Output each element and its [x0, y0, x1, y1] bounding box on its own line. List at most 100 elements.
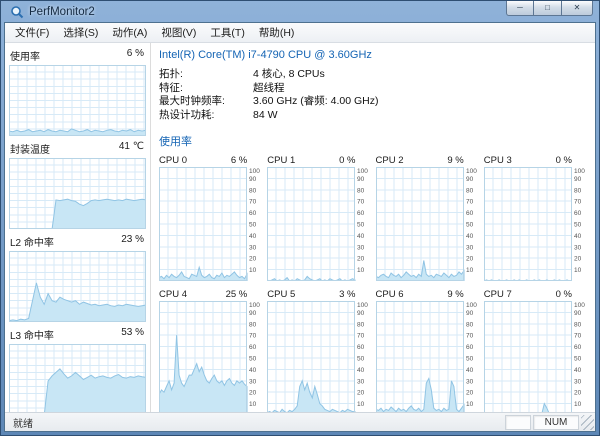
info-label: 拓扑: — [159, 68, 253, 82]
svg-text:60: 60 — [466, 344, 474, 351]
usage-history-chart — [9, 65, 146, 136]
cpu3-cell: CPU 3 0 % 100908070605040302010 — [484, 155, 587, 281]
svg-text:40: 40 — [466, 367, 474, 374]
svg-text:70: 70 — [249, 333, 257, 340]
svg-text:90: 90 — [357, 310, 365, 317]
metric-value: 23 % — [121, 234, 144, 249]
svg-text:60: 60 — [249, 344, 257, 351]
package-temp-chart — [9, 158, 146, 229]
cpu-label: CPU 0 — [159, 155, 187, 166]
cpu0-cell: CPU 0 6 % 100908070605040302010 — [159, 155, 262, 281]
menu-item-file[interactable]: 文件(F) — [8, 23, 56, 42]
cpu-usage-value: 25 % — [226, 289, 248, 300]
svg-text:30: 30 — [249, 244, 257, 251]
svg-text:20: 20 — [357, 256, 365, 263]
menu-bar: 文件(F) 选择(S) 动作(A) 视图(V) 工具(T) 帮助(H) — [5, 23, 595, 43]
svg-text:50: 50 — [466, 356, 474, 363]
svg-text:100: 100 — [357, 168, 368, 175]
usage-section-title: 使用率 — [159, 133, 587, 149]
num-lock-indicator: NUM — [533, 415, 579, 430]
cpu7-usage-chart: 100908070605040302010 — [484, 301, 587, 412]
cpu6-cell: CPU 6 9 % 100908070605040302010 — [376, 289, 479, 412]
svg-text:100: 100 — [574, 302, 585, 309]
sidebar-panel-l2-hit-rate[interactable]: L2 命中率 23 % — [9, 232, 146, 322]
svg-text:90: 90 — [466, 310, 474, 317]
resize-grip[interactable] — [581, 415, 594, 430]
svg-text:70: 70 — [249, 199, 257, 206]
close-button[interactable]: ✕ — [562, 1, 593, 16]
svg-text:100: 100 — [249, 168, 260, 175]
metric-label: 使用率 — [10, 48, 40, 63]
svg-text:20: 20 — [466, 256, 474, 263]
info-label: 特征: — [159, 82, 253, 96]
titlebar[interactable]: PerfMonitor2 ─ □ ✕ — [4, 1, 596, 22]
metric-label: L3 命中率 — [10, 327, 54, 342]
svg-text:40: 40 — [249, 233, 257, 240]
svg-text:50: 50 — [574, 356, 582, 363]
maximize-button[interactable]: □ — [534, 1, 562, 16]
svg-text:60: 60 — [357, 210, 365, 217]
sidebar-panel-l3-hit-rate[interactable]: L3 命中率 53 % — [9, 325, 146, 415]
sidebar: 使用率 6 % 封装温度 41 ℃ L2 命中率 23 % — [5, 43, 151, 412]
info-value: 超线程 — [253, 82, 587, 96]
svg-text:70: 70 — [357, 333, 365, 340]
svg-text:60: 60 — [574, 344, 582, 351]
menu-item-tools[interactable]: 工具(T) — [203, 23, 251, 42]
svg-text:80: 80 — [466, 321, 474, 328]
cpu3-usage-chart: 100908070605040302010 — [484, 167, 587, 281]
cpu-usage-value: 0 % — [556, 155, 572, 166]
svg-text:40: 40 — [574, 233, 582, 240]
menu-item-action[interactable]: 动作(A) — [105, 23, 154, 42]
cpu-label: CPU 5 — [267, 289, 295, 300]
svg-text:30: 30 — [574, 244, 582, 251]
svg-text:100: 100 — [357, 302, 368, 309]
svg-text:40: 40 — [574, 367, 582, 374]
menu-item-select[interactable]: 选择(S) — [56, 23, 105, 42]
cpu-usage-value: 0 % — [339, 155, 355, 166]
svg-text:10: 10 — [466, 267, 474, 274]
info-value: 84 W — [253, 109, 587, 123]
svg-text:90: 90 — [249, 310, 257, 317]
menu-item-help[interactable]: 帮助(H) — [252, 23, 302, 42]
svg-text:20: 20 — [249, 256, 257, 263]
svg-text:50: 50 — [574, 222, 582, 229]
svg-text:20: 20 — [466, 390, 474, 397]
sidebar-panel-usage[interactable]: 使用率 6 % — [9, 46, 146, 136]
sidebar-panel-package-temp[interactable]: 封装温度 41 ℃ — [9, 139, 146, 229]
svg-text:50: 50 — [249, 222, 257, 229]
svg-text:20: 20 — [574, 256, 582, 263]
svg-text:70: 70 — [574, 333, 582, 340]
info-label: 最大时钟频率: — [159, 95, 253, 109]
minimize-button[interactable]: ─ — [506, 1, 534, 16]
svg-text:80: 80 — [249, 187, 257, 194]
cpu-label: CPU 3 — [484, 155, 512, 166]
svg-text:20: 20 — [249, 390, 257, 397]
svg-text:80: 80 — [249, 321, 257, 328]
svg-text:50: 50 — [357, 222, 365, 229]
svg-text:100: 100 — [466, 168, 477, 175]
app-icon — [10, 5, 24, 19]
cpu-label: CPU 2 — [376, 155, 404, 166]
svg-text:60: 60 — [574, 210, 582, 217]
svg-text:30: 30 — [466, 244, 474, 251]
info-value: 3.60 GHz (睿频: 4.00 GHz) — [253, 95, 587, 109]
cpu-usage-value: 9 % — [447, 289, 463, 300]
svg-text:10: 10 — [249, 267, 257, 274]
cpu-label: CPU 1 — [267, 155, 295, 166]
cpu-usage-value: 3 % — [339, 289, 355, 300]
svg-text:30: 30 — [466, 378, 474, 385]
svg-text:40: 40 — [466, 233, 474, 240]
metric-value: 41 ℃ — [119, 141, 144, 156]
svg-text:10: 10 — [357, 267, 365, 274]
svg-text:30: 30 — [574, 378, 582, 385]
svg-text:30: 30 — [249, 378, 257, 385]
svg-text:40: 40 — [357, 367, 365, 374]
cpu2-usage-chart: 100908070605040302010 — [376, 167, 479, 281]
svg-text:10: 10 — [466, 401, 474, 408]
menu-item-view[interactable]: 视图(V) — [154, 23, 203, 42]
svg-text:60: 60 — [249, 210, 257, 217]
svg-text:80: 80 — [466, 187, 474, 194]
cpu5-usage-chart: 100908070605040302010 — [267, 301, 370, 412]
status-text: 就绪 — [13, 415, 505, 430]
cpu-usage-value: 9 % — [447, 155, 463, 166]
